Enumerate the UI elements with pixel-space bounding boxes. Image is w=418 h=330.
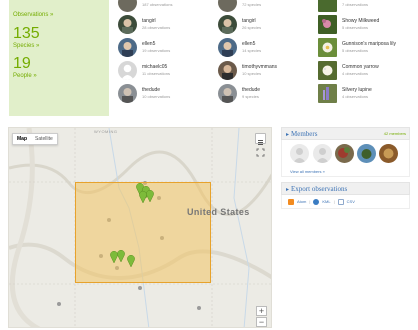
- avatar[interactable]: [379, 144, 398, 163]
- members-count: 42 members: [383, 131, 406, 136]
- species-count: 135: [13, 25, 40, 42]
- observations-map[interactable]: WYOMING United States Map Satellite + −: [8, 127, 272, 328]
- avatar[interactable]: [218, 0, 237, 12]
- observer-name[interactable]: tangirl: [142, 18, 156, 24]
- species-thumbnail[interactable]: [318, 84, 337, 103]
- species-thumbnail[interactable]: [318, 38, 337, 57]
- species-name[interactable]: Silvery lupine: [342, 87, 372, 93]
- species-name[interactable]: Showy Milkweed: [342, 18, 379, 24]
- arrow-icon: ▸: [286, 187, 290, 193]
- observation-pin-icon[interactable]: [146, 190, 154, 202]
- default-avatar-icon[interactable]: [313, 144, 332, 163]
- observer-name[interactable]: thedude: [142, 87, 160, 93]
- species-thumbnail[interactable]: [318, 61, 337, 80]
- separator: |: [333, 199, 335, 204]
- separator: |: [309, 199, 311, 204]
- view-all-members-link[interactable]: View all members »: [281, 167, 410, 177]
- avatar[interactable]: [218, 15, 237, 34]
- atom-feed-icon: [288, 198, 294, 205]
- country-label: United States: [187, 207, 250, 217]
- avatar[interactable]: [335, 144, 354, 163]
- species-link[interactable]: Species »: [13, 43, 39, 50]
- export-atom-link[interactable]: Atom: [297, 195, 306, 208]
- default-avatar-icon[interactable]: [290, 144, 309, 163]
- export-title[interactable]: Export observations: [291, 185, 347, 193]
- csv-file-icon: [337, 198, 344, 205]
- observer-name[interactable]: timothyvmmans: [242, 64, 277, 70]
- observer-name[interactable]: ellen5: [242, 41, 255, 47]
- arrow-icon: ▸: [286, 132, 290, 138]
- observations-link[interactable]: Observations »: [13, 12, 53, 19]
- species-name[interactable]: Common yarrow: [342, 64, 379, 70]
- default-avatar-icon[interactable]: [118, 61, 137, 80]
- avatar[interactable]: [118, 0, 137, 12]
- avatar[interactable]: [218, 61, 237, 80]
- zoom-in-button[interactable]: +: [256, 306, 267, 316]
- map-type-control: Map Satellite: [12, 133, 58, 145]
- observer-name[interactable]: thedude: [242, 87, 260, 93]
- species-name[interactable]: Gunnison's mariposa lily: [342, 41, 396, 47]
- observer-name[interactable]: tangirl: [242, 18, 256, 24]
- fullscreen-icon[interactable]: [256, 148, 265, 157]
- avatar[interactable]: [218, 38, 237, 57]
- observer-name[interactable]: michaelc05: [142, 64, 167, 70]
- avatar[interactable]: [357, 144, 376, 163]
- layers-icon: [258, 140, 263, 145]
- export-links: Atom | KML | CSV: [281, 195, 410, 209]
- export-csv-link[interactable]: CSV: [347, 195, 355, 208]
- members-avatars: [281, 140, 410, 167]
- export-header: ▸ Export observations: [281, 182, 410, 195]
- people-link[interactable]: People »: [13, 73, 37, 80]
- observation-pin-icon[interactable]: [139, 191, 147, 203]
- species-thumbnail[interactable]: [318, 0, 337, 12]
- observation-pin-icon[interactable]: [127, 255, 135, 267]
- people-count: 19: [13, 55, 31, 72]
- layers-button[interactable]: [255, 133, 266, 145]
- zoom-out-button[interactable]: −: [256, 317, 267, 327]
- kml-globe-icon: [313, 198, 320, 205]
- avatar[interactable]: [118, 15, 137, 34]
- sidebar: ▸ Members 42 members View all members » ▸…: [281, 127, 410, 209]
- species-thumbnail[interactable]: [318, 15, 337, 34]
- members-title[interactable]: Members: [291, 130, 317, 138]
- avatar[interactable]: [118, 38, 137, 57]
- members-header: ▸ Members 42 members: [281, 127, 410, 140]
- observer-name[interactable]: ellen5: [142, 41, 155, 47]
- avatar[interactable]: [218, 84, 237, 103]
- map-type-map-button[interactable]: Map: [13, 134, 31, 144]
- state-label: WYOMING: [94, 129, 118, 134]
- project-page: Observations » 135 Species » 19 People »…: [0, 0, 418, 330]
- stats-panel: Observations » 135 Species » 19 People »: [9, 0, 109, 116]
- map-type-satellite-button[interactable]: Satellite: [31, 134, 57, 144]
- observation-pin-icon[interactable]: [117, 250, 125, 262]
- export-kml-link[interactable]: KML: [322, 195, 330, 208]
- avatar[interactable]: [118, 84, 137, 103]
